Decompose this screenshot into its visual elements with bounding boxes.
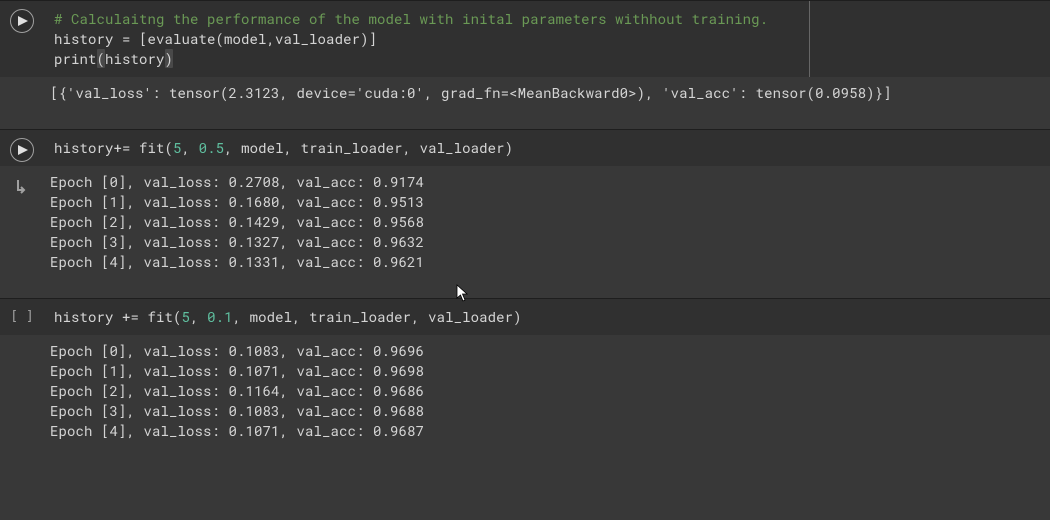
cell-spacer xyxy=(0,278,1050,298)
gutter xyxy=(0,130,44,166)
code-editor[interactable]: # Calculaitng the performance of the mod… xyxy=(44,1,1050,77)
output-text: Epoch [0], val_loss: 0.1083, val_acc: 0.… xyxy=(44,335,1050,447)
output-arrow-icon xyxy=(10,174,34,198)
gutter xyxy=(0,77,44,109)
code-editor[interactable]: history+= fit(5, 0.5, model, train_loade… xyxy=(44,130,1050,166)
run-button[interactable] xyxy=(10,138,34,162)
code-content[interactable]: # Calculaitng the performance of the mod… xyxy=(44,1,1050,77)
output-cell: [{'val_loss': tensor(2.3123, device='cud… xyxy=(0,77,1050,109)
gutter xyxy=(0,1,44,77)
cell-spacer xyxy=(0,109,1050,129)
gutter xyxy=(0,166,44,278)
code-cell[interactable]: # Calculaitng the performance of the mod… xyxy=(0,0,1050,77)
play-icon xyxy=(18,16,28,26)
cursor-guide xyxy=(809,1,810,77)
comment-text: # Calculaitng the performance of the mod… xyxy=(54,9,768,28)
gutter xyxy=(0,335,44,447)
code-content[interactable]: history+= fit(5, 0.5, model, train_loade… xyxy=(44,130,1050,166)
output-cell: Epoch [0], val_loss: 0.2708, val_acc: 0.… xyxy=(0,166,1050,278)
output-text: Epoch [0], val_loss: 0.2708, val_acc: 0.… xyxy=(44,166,1050,278)
gutter: [ ] xyxy=(0,299,44,335)
code-cell[interactable]: [ ] history += fit(5, 0.1, model, train_… xyxy=(0,298,1050,335)
code-content[interactable]: history += fit(5, 0.1, model, train_load… xyxy=(44,299,1050,335)
output-cell: Epoch [0], val_loss: 0.1083, val_acc: 0.… xyxy=(0,335,1050,447)
code-editor[interactable]: history += fit(5, 0.1, model, train_load… xyxy=(44,299,1050,335)
output-text: [{'val_loss': tensor(2.3123, device='cud… xyxy=(44,77,1050,109)
execution-brackets: [ ] xyxy=(10,307,33,324)
code-cell[interactable]: history+= fit(5, 0.5, model, train_loade… xyxy=(0,129,1050,166)
run-button[interactable] xyxy=(10,9,34,33)
play-icon xyxy=(18,145,28,155)
